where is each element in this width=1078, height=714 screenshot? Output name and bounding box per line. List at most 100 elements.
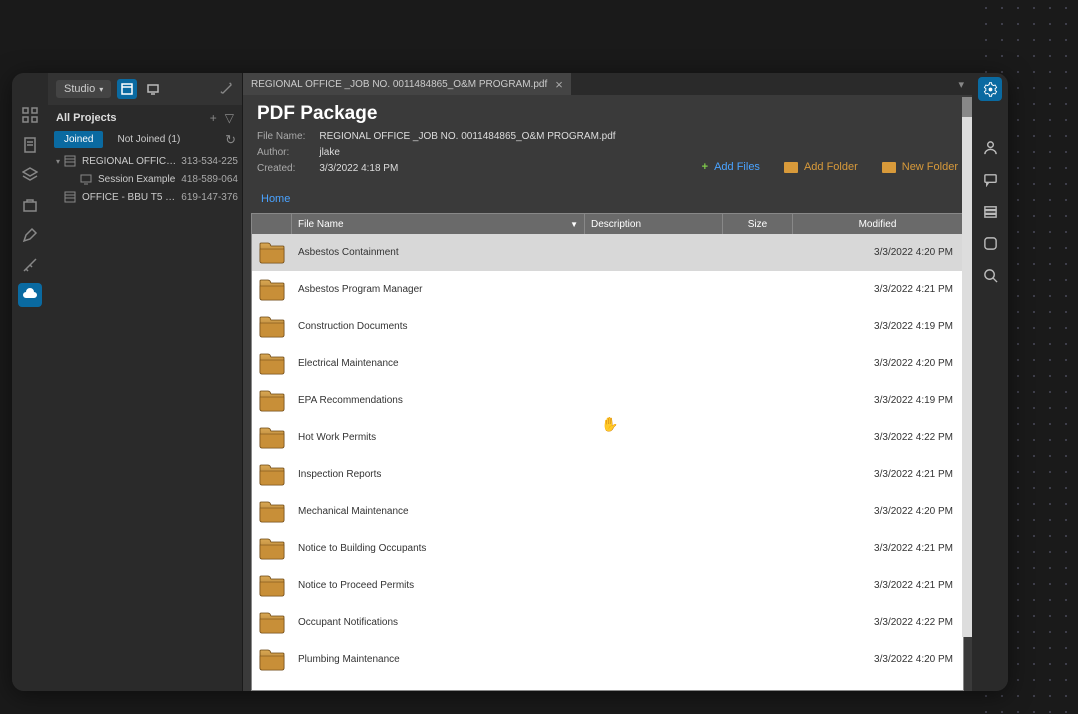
tree-item[interactable]: ▾REGIONAL OFFICE TER...313-534-225 bbox=[48, 152, 242, 170]
new-folder-link[interactable]: New Folder bbox=[882, 161, 958, 173]
layers-icon[interactable] bbox=[18, 163, 42, 187]
row-modified: 3/3/2022 4:20 PM bbox=[793, 506, 963, 517]
folder-icon bbox=[252, 278, 292, 302]
row-modified: 3/3/2022 4:20 PM bbox=[793, 654, 963, 665]
folder-icon bbox=[252, 352, 292, 376]
row-modified: 3/3/2022 4:20 PM bbox=[793, 247, 963, 258]
row-name: Plumbing Maintenance bbox=[292, 654, 585, 665]
briefcase-icon[interactable] bbox=[18, 193, 42, 217]
grid-icon[interactable] bbox=[18, 103, 42, 127]
tree-item[interactable]: Session Example 418-589-064 bbox=[48, 170, 242, 188]
tab-overflow-icon[interactable]: ▾ bbox=[958, 78, 964, 91]
studio-dropdown[interactable]: Studio▾ bbox=[56, 80, 111, 98]
document-icon[interactable] bbox=[18, 133, 42, 157]
scroll-thumb[interactable] bbox=[962, 97, 972, 117]
folder-icon bbox=[252, 537, 292, 561]
sort-icon: ▼ bbox=[570, 220, 578, 229]
add-folder-link[interactable]: Add Folder bbox=[784, 161, 858, 173]
package-title: PDF Package bbox=[243, 95, 972, 129]
wand-icon[interactable] bbox=[220, 82, 234, 96]
folder-icon bbox=[252, 389, 292, 413]
add-project-icon[interactable]: + bbox=[210, 111, 217, 125]
tree-item-label: Session Example bbox=[98, 174, 177, 185]
all-projects-label: All Projects bbox=[56, 112, 117, 124]
tree-item[interactable]: OFFICE - BBU T5 Job No...619-147-376 bbox=[48, 188, 242, 206]
filter-icon[interactable]: ▽ bbox=[225, 111, 234, 125]
sidebar-toolbar: Studio▾ bbox=[48, 73, 242, 105]
tab-strip: REGIONAL OFFICE _JOB NO. 0011484865_O&M … bbox=[243, 73, 972, 95]
folder-icon bbox=[252, 315, 292, 339]
search-icon[interactable] bbox=[978, 263, 1002, 287]
row-name: Notice to Building Occupants bbox=[292, 543, 585, 554]
table-body: Asbestos Containment3/3/2022 4:20 PMAsbe… bbox=[252, 234, 963, 690]
tree-item-label: REGIONAL OFFICE TER... bbox=[82, 156, 177, 167]
row-name: Occupant Notifications bbox=[292, 617, 585, 628]
table-row[interactable]: Notice to Building Occupants 3/3/2022 4:2… bbox=[252, 530, 963, 567]
tree-item-label: OFFICE - BBU T5 Job No... bbox=[82, 192, 177, 203]
studio-label: Studio bbox=[64, 83, 95, 95]
table-row[interactable]: Notice to Proceed Permits3/3/2022 4:21 P… bbox=[252, 567, 963, 604]
tree-item-number: 418-589-064 bbox=[181, 174, 238, 185]
author-value: jlake bbox=[319, 145, 615, 161]
row-name: Asbestos Containment bbox=[292, 247, 585, 258]
refresh-icon[interactable]: ↻ bbox=[225, 132, 236, 148]
gear-icon[interactable] bbox=[978, 77, 1002, 101]
monitor-icon[interactable] bbox=[143, 79, 163, 99]
row-name: Hot Work Permits bbox=[292, 432, 585, 443]
table-row[interactable]: Construction Documents 3/3/2022 4:19 PM bbox=[252, 308, 963, 345]
row-modified: 3/3/2022 4:19 PM bbox=[793, 395, 963, 406]
folder-icon bbox=[252, 463, 292, 487]
user-icon[interactable] bbox=[978, 135, 1002, 159]
created-value: 3/3/2022 4:18 PM bbox=[319, 161, 615, 177]
package-metadata: File Name: Author: Created: REGIONAL OFF… bbox=[243, 129, 972, 183]
row-modified: 3/3/2022 4:20 PM bbox=[793, 358, 963, 369]
table-row[interactable]: Asbestos Program Manager3/3/2022 4:21 PM bbox=[252, 271, 963, 308]
row-modified: 3/3/2022 4:21 PM bbox=[793, 543, 963, 554]
table-row[interactable]: Hot Work Permits 3/3/2022 4:22 PM bbox=[252, 419, 963, 456]
tree-item-number: 313-534-225 bbox=[181, 156, 238, 167]
stack-icon[interactable] bbox=[978, 199, 1002, 223]
measure-icon[interactable] bbox=[18, 253, 42, 277]
right-icon-rail bbox=[972, 73, 1008, 691]
close-tab-icon[interactable]: × bbox=[555, 77, 563, 92]
table-row[interactable]: Asbestos Containment 3/3/2022 4:20 PM bbox=[252, 234, 963, 271]
tree-item-icon bbox=[64, 155, 78, 167]
folder-icon bbox=[252, 426, 292, 450]
row-name: Asbestos Program Manager bbox=[292, 284, 585, 295]
table-row[interactable]: Electrical Maintenance 3/3/2022 4:20 PM bbox=[252, 345, 963, 382]
folder-table: File Name▼ Description Size Modified Asb… bbox=[251, 213, 964, 691]
col-modified[interactable]: Modified bbox=[793, 214, 963, 234]
app-window: Studio▾ All Projects + ▽ Joined Not Join… bbox=[12, 73, 1008, 691]
tag-icon[interactable] bbox=[978, 231, 1002, 255]
row-modified: 3/3/2022 4:19 PM bbox=[793, 321, 963, 332]
add-files-link[interactable]: +Add Files bbox=[702, 161, 760, 173]
table-row[interactable]: Mechanical Maintenance 3/3/2022 4:20 PM bbox=[252, 493, 963, 530]
comment-icon[interactable] bbox=[978, 167, 1002, 191]
view-mode-icon[interactable] bbox=[117, 79, 137, 99]
edit-icon[interactable] bbox=[18, 223, 42, 247]
col-icon[interactable] bbox=[252, 214, 292, 234]
cloud-icon[interactable] bbox=[18, 283, 42, 307]
table-row[interactable]: Occupant Notifications 3/3/2022 4:22 PM bbox=[252, 604, 963, 641]
table-row[interactable]: Plumbing Maintenance 3/3/2022 4:20 PM bbox=[252, 641, 963, 678]
tab-not-joined[interactable]: Not Joined (1) bbox=[107, 131, 190, 148]
col-filename[interactable]: File Name▼ bbox=[292, 214, 585, 234]
folder-icon bbox=[882, 162, 896, 173]
col-size[interactable]: Size bbox=[723, 214, 793, 234]
file-tab-name: REGIONAL OFFICE _JOB NO. 0011484865_O&M … bbox=[251, 79, 547, 90]
table-row[interactable]: EPA Recommendations3/3/2022 4:19 PM bbox=[252, 382, 963, 419]
scrollbar[interactable] bbox=[962, 97, 972, 637]
row-modified: 3/3/2022 4:22 PM bbox=[793, 617, 963, 628]
breadcrumb-home[interactable]: Home bbox=[261, 193, 290, 205]
row-name: Mechanical Maintenance bbox=[292, 506, 585, 517]
file-tab[interactable]: REGIONAL OFFICE _JOB NO. 0011484865_O&M … bbox=[243, 73, 572, 95]
row-name: Electrical Maintenance bbox=[292, 358, 585, 369]
folder-icon bbox=[252, 241, 292, 265]
row-name: Construction Documents bbox=[292, 321, 585, 332]
table-row[interactable]: Inspection Reports3/3/2022 4:21 PM bbox=[252, 456, 963, 493]
tab-joined[interactable]: Joined bbox=[54, 131, 103, 148]
row-modified: 3/3/2022 4:22 PM bbox=[793, 432, 963, 443]
row-modified: 3/3/2022 4:21 PM bbox=[793, 469, 963, 480]
folder-icon bbox=[252, 500, 292, 524]
col-description[interactable]: Description bbox=[585, 214, 723, 234]
